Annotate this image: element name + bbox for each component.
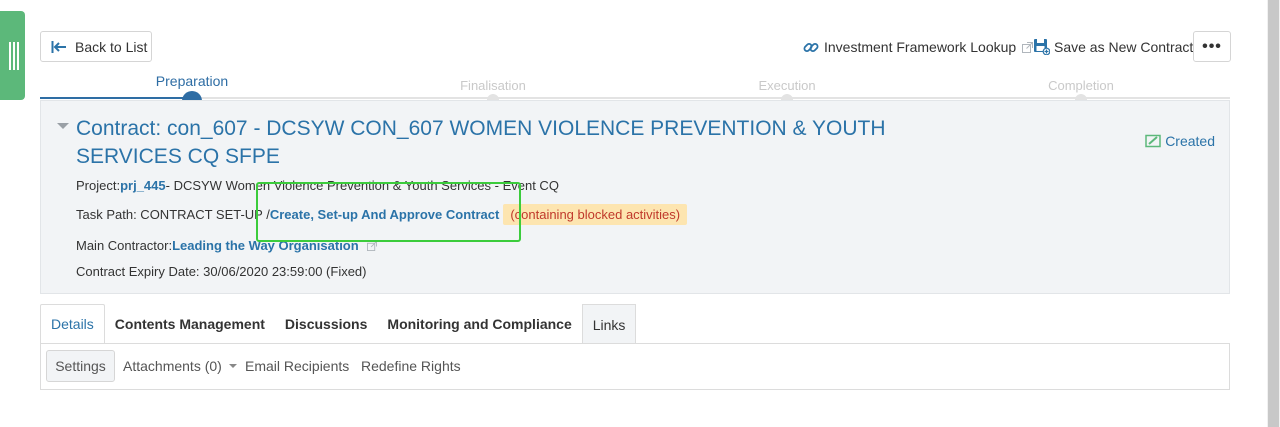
grip-icon [9,42,19,70]
attachments-label: Attachments (0) [123,358,222,374]
chevron-down-icon [228,364,237,368]
save-as-new-contract-label: Save as New Contract [1054,38,1194,55]
step-execution[interactable]: Execution [722,78,852,106]
collapse-caret-icon[interactable] [57,123,69,129]
step-label: Finalisation [460,78,526,93]
stepper-progress [40,97,192,99]
step-preparation[interactable]: Preparation [127,73,257,111]
contract-summary-panel: Contract: con_607 - DCSYW CON_607 WOMEN … [40,100,1230,294]
blocked-activities-badge: (containing blocked activities) [503,204,688,225]
step-completion[interactable]: Completion [1016,78,1146,106]
main-contractor-label: Main Contractor: [76,238,173,253]
subtab-attachments[interactable]: Attachments (0) [123,350,237,382]
contract-expiry-date: Contract Expiry Date: 30/06/2020 23:59:0… [76,264,367,279]
highlight-annotation [256,182,521,242]
back-arrow-icon [51,40,66,53]
status-label: Created [1165,133,1215,149]
task-path-label: Task Path: CONTRACT SET-UP / [76,207,270,222]
step-label: Execution [758,78,816,93]
tab-monitoring-and-compliance[interactable]: Monitoring and Compliance [377,304,581,344]
tab-details[interactable]: Details [40,304,105,344]
investment-framework-lookup-label: Investment Framework Lookup [824,39,1017,55]
project-label: Project: [76,178,121,193]
step-label: Completion [1048,78,1114,93]
stepper-track [40,97,1230,99]
edit-status-icon [1145,134,1161,148]
subtab-settings[interactable]: Settings [46,350,115,382]
investment-framework-lookup-link[interactable]: Investment Framework Lookup [802,38,1034,56]
contract-page: Back to List Investment Framework Lookup… [0,0,1280,427]
subtab-redefine-rights[interactable]: Redefine Rights [361,350,461,382]
external-link-icon[interactable] [366,240,377,251]
workflow-stepper: Preparation Finalisation Execution Compl… [40,70,1230,111]
main-tabs: Details Contents Management Discussions … [40,304,637,344]
more-icon: ••• [1202,37,1222,55]
chain-link-icon [803,43,819,52]
back-to-list-button[interactable]: Back to List [40,31,152,62]
tab-discussions[interactable]: Discussions [275,304,377,344]
external-link-icon [1022,41,1034,53]
save-disk-icon [1034,39,1050,55]
status-badge: Created [1145,133,1215,149]
side-panel-handle[interactable] [0,11,25,100]
tab-contents-management[interactable]: Contents Management [105,304,275,344]
more-actions-button[interactable]: ••• [1193,31,1231,62]
contract-title: Contract: con_607 - DCSYW CON_607 WOMEN … [76,117,886,168]
tab-links[interactable]: Links [581,304,637,344]
subtab-email-recipients[interactable]: Email Recipients [245,350,349,382]
back-to-list-label: Back to List [75,38,148,55]
step-finalisation[interactable]: Finalisation [428,78,558,106]
project-link[interactable]: prj_445 [120,178,166,193]
step-label: Preparation [155,73,229,89]
vertical-scrollbar[interactable] [1267,0,1280,427]
scrollbar-thumb[interactable] [1268,0,1279,427]
save-as-new-contract-button[interactable]: Save as New Contract [1033,38,1193,55]
